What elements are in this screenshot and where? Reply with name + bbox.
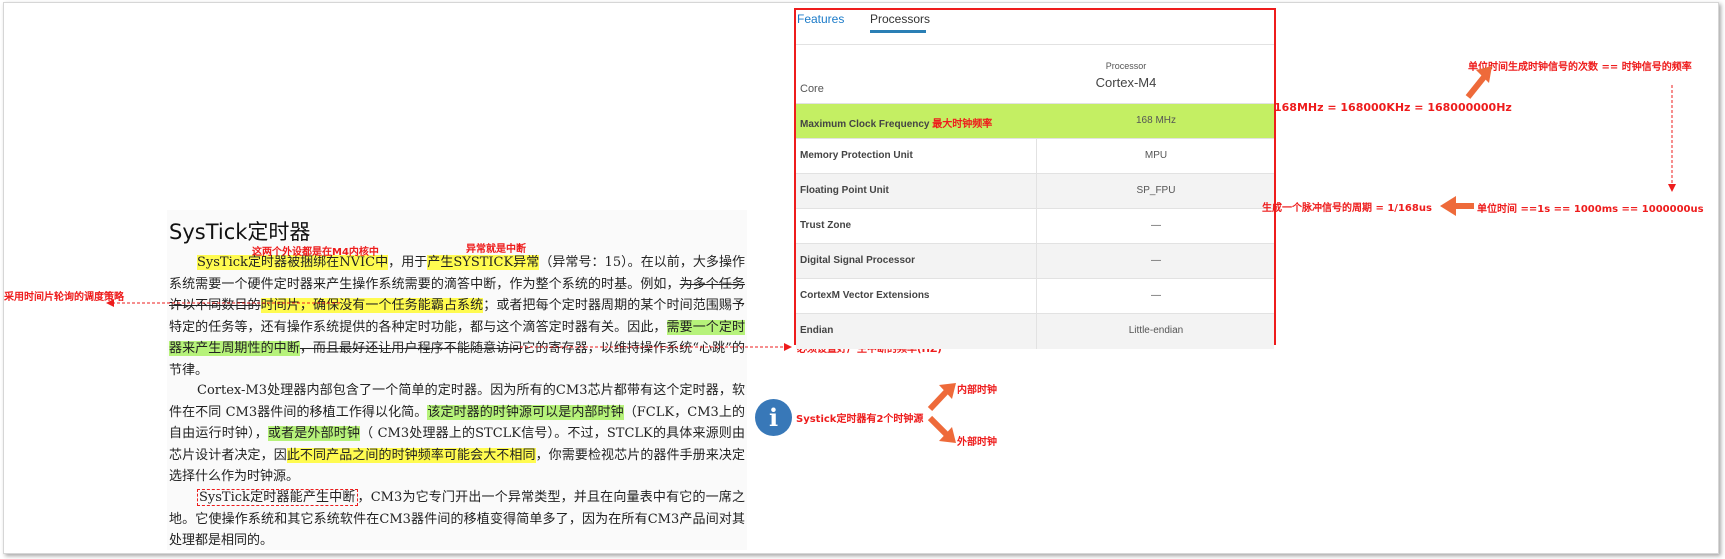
row-value: 168 MHz [1135, 115, 1176, 126]
table-row: Trust Zone — [796, 208, 1274, 244]
table-header: Core Processor Cortex-M4 [796, 45, 1274, 103]
exception-note: 异常就是中断 [466, 244, 526, 255]
tab-bar: Features Processors [796, 10, 1274, 34]
p3-interrupt-box: SysTick定时器能产生中断 [197, 489, 358, 506]
row-label-text: Maximum Clock Frequency [800, 119, 930, 130]
processor-features-panel: Features Processors Core Processor Corte… [794, 8, 1276, 349]
header-processor-label: Processor [1105, 61, 1147, 71]
p2-external-highlight: 或者是外部时钟 [267, 426, 361, 441]
row-value: — [1151, 220, 1161, 231]
internal-clock-note: 内部时钟 [957, 385, 997, 396]
period-note: 生成一个脉冲信号的周期 = 1/168us [1262, 203, 1432, 214]
table-row: Memory Protection Unit MPU [796, 138, 1274, 174]
table-row: Digital Signal Processor — [796, 243, 1274, 279]
row-label: Digital Signal Processor [800, 255, 916, 266]
header-processor-name: Cortex-M4 [1095, 75, 1157, 90]
row-value: SP_FPU [1136, 185, 1176, 196]
row-label: Memory Protection Unit [800, 150, 913, 161]
freq-conversion-note: 168MHz = 168000KHz = 168000000Hz [1274, 101, 1512, 114]
row-value: — [1151, 255, 1161, 266]
active-tab-indicator [870, 30, 926, 33]
row-label: Floating Point Unit [800, 185, 889, 196]
row-value: — [1151, 290, 1161, 301]
table-row: Floating Point Unit SP_FPU [796, 173, 1274, 209]
row-note: 最大时钟频率 [932, 119, 993, 130]
document-excerpt: SysTick定时器 SysTick定时器被捆绑在NVIC中，用于产生SYSTI… [167, 210, 747, 550]
tab-features[interactable]: Features [797, 12, 844, 26]
p2-freq-highlight: 此不同产品之间的时钟频率可能会大不相同 [286, 447, 536, 463]
doc-title: SysTick定时器 [169, 220, 311, 244]
header-processor: Processor Cortex-M4 [1081, 45, 1171, 90]
table-row: CortexM Vector Extensions — [796, 278, 1274, 314]
tab-processors[interactable]: Processors [870, 12, 930, 26]
processor-table: Core Processor Cortex-M4 Maximum Clock F… [796, 44, 1274, 349]
paragraph-2: Cortex-M3处理器内部包含了一个简单的定时器。因为所有的CM3芯片都带有这… [169, 380, 745, 488]
row-label: Maximum Clock Frequency 最大时钟频率 [800, 115, 992, 130]
info-icon: i [755, 399, 792, 436]
table-row: Maximum Clock Frequency 最大时钟频率 168 MHz [796, 103, 1274, 139]
table-row: Endian Little-endian [796, 313, 1274, 349]
row-value: Little-endian [1128, 325, 1184, 336]
paragraph-3: SysTick定时器能产生中断 ，CM3为它专门开出一个异常类型，并且在向量表中有… [169, 487, 745, 552]
header-core: Core [800, 83, 824, 95]
p1-strike-i: ，而且最好还让用户程序不能随意访问 [299, 341, 523, 356]
row-value: MPU [1144, 150, 1168, 161]
nvic-note: 这两个外设都是在M4内核中 [252, 247, 379, 258]
row-label: CortexM Vector Extensions [800, 290, 930, 301]
p2-internal-highlight: 该定时器的时钟源可以是内部时钟 [427, 404, 624, 420]
row-label: Endian [800, 325, 834, 336]
p1-text-b: ，用于 [388, 255, 428, 270]
unit-time-note: 单位时间 ==1s == 1000ms == 1000000us [1477, 204, 1704, 215]
p1-timeslice-highlight: 时间片，确保没有一个任务能霸占系统 [260, 298, 484, 313]
freq-definition-note: 单位时间生成时钟信号的次数 == 时钟信号的频率 [1468, 62, 1692, 73]
row-label: Trust Zone [800, 220, 852, 231]
p1-systick-highlight: 产生SYSTICK异常 [427, 255, 540, 270]
two-sources-note: Systick定时器有2个时钟源 [796, 414, 924, 425]
paragraph-1: SysTick定时器被捆绑在NVIC中，用于产生SYSTICK异常（异常号：15… [169, 252, 745, 381]
external-clock-note: 外部时钟 [957, 437, 997, 448]
timeslice-note: 采用时间片轮询的调度策略 [4, 292, 124, 303]
